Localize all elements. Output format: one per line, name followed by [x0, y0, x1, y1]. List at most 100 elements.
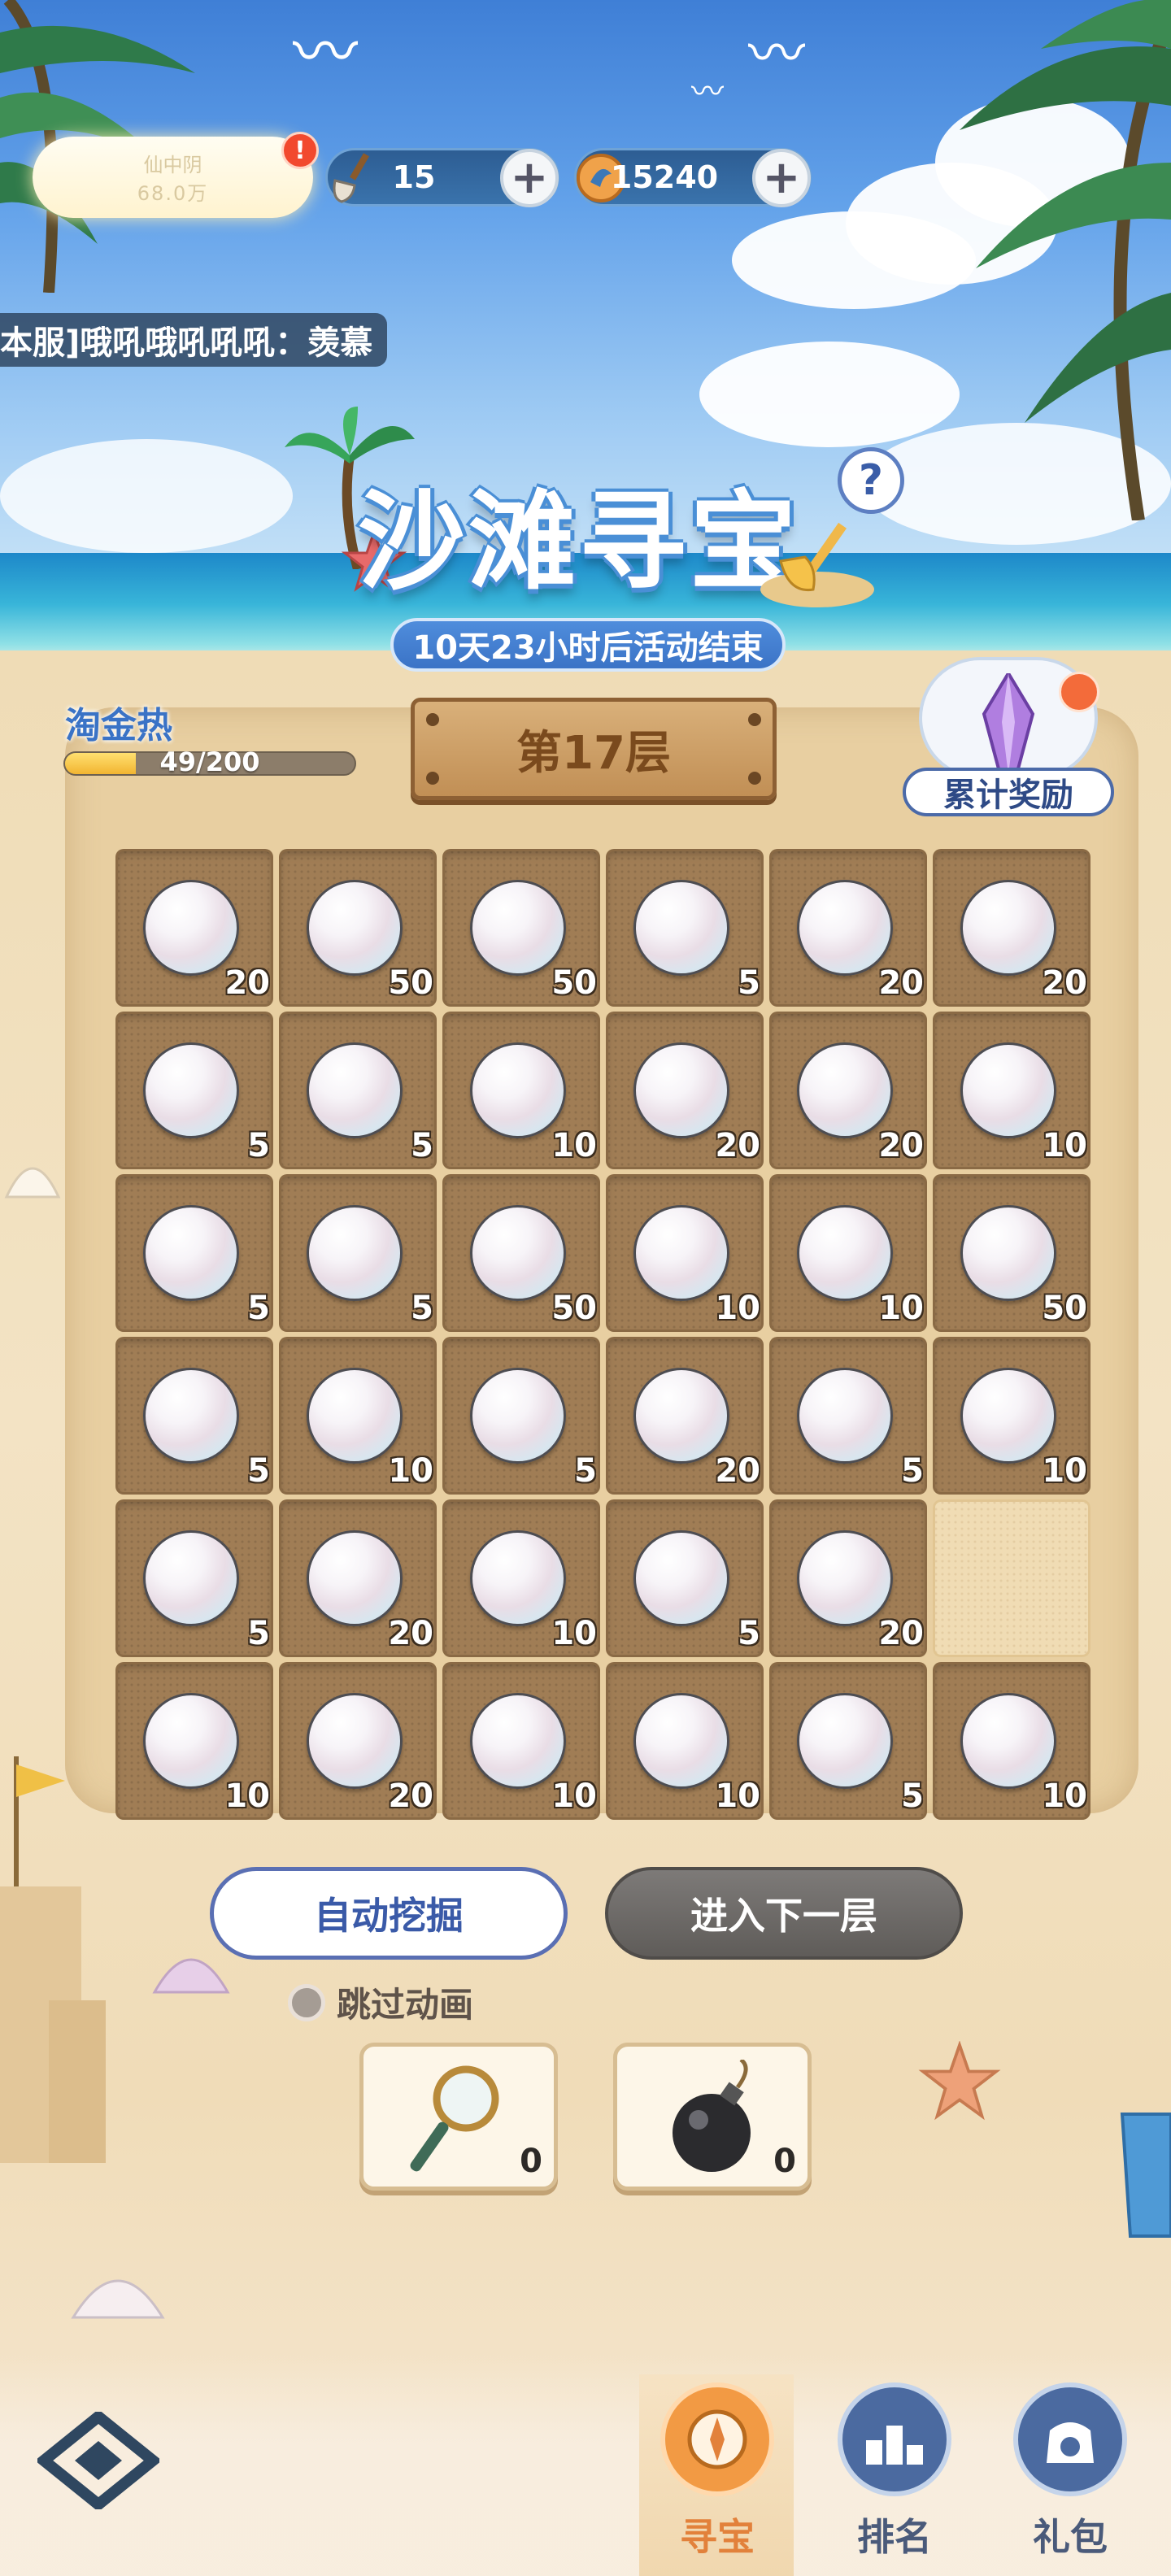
shovel-resource: 15 + — [325, 148, 559, 207]
tile-value: 5 — [247, 1290, 270, 1327]
compass-icon — [660, 2382, 774, 2496]
grid-tile[interactable]: 10 — [606, 1662, 764, 1820]
grid-tile[interactable]: 5 — [115, 1012, 273, 1169]
grid-tile[interactable]: 5 — [115, 1174, 273, 1332]
tile-value: 5 — [738, 964, 760, 1002]
grid-tile[interactable]: 10 — [769, 1174, 927, 1332]
skip-animation-toggle[interactable]: 跳过动画 — [288, 1978, 473, 2027]
pearl-icon — [470, 1693, 566, 1789]
grid-tile[interactable]: 10 — [442, 1662, 600, 1820]
grid-tile[interactable]: 5 — [279, 1174, 437, 1332]
pearl-icon — [470, 880, 566, 976]
skip-animation-radio[interactable] — [288, 1983, 325, 2021]
pearl-icon — [470, 1530, 566, 1626]
grid-tile[interactable]: 5 — [606, 1499, 764, 1657]
tile-value: 20 — [1042, 964, 1087, 1002]
magnifier-tool[interactable]: 0 — [359, 2043, 558, 2191]
pearl-icon — [797, 1530, 893, 1626]
grid-tile[interactable]: 50 — [933, 1174, 1090, 1332]
nav-label-treasure: 寻宝 — [680, 2515, 755, 2559]
gift-bag-icon — [1013, 2382, 1127, 2496]
add-shovel-button[interactable]: + — [500, 149, 559, 207]
grid-tile[interactable]: 20 — [933, 849, 1090, 1007]
crystal-icon — [982, 673, 1035, 777]
tile-value: 10 — [224, 1778, 270, 1815]
palm-tree-right — [960, 0, 1171, 520]
heat-progress-text: 49/200 — [159, 746, 260, 777]
bomb-tool[interactable]: 0 — [613, 2043, 812, 2191]
grid-tile[interactable]: 20 — [769, 1012, 927, 1169]
nav-tab-treasure[interactable]: 寻宝 — [644, 2382, 790, 2574]
profile-badge[interactable]: 仙中阴 68.0万 — [33, 137, 313, 218]
grid-tile[interactable]: 5 — [279, 1012, 437, 1169]
chat-ticker[interactable]: 本服]哦吼哦吼吼吼：羡慕 — [0, 313, 388, 367]
tile-value: 20 — [715, 1127, 760, 1164]
grid-tile[interactable]: 5 — [606, 849, 764, 1007]
grid-tile[interactable]: 5 — [442, 1337, 600, 1495]
pearl-icon — [143, 1042, 239, 1138]
pearl-icon — [960, 1693, 1056, 1789]
grid-tile[interactable]: 50 — [442, 1174, 600, 1332]
grid-tile[interactable]: 10 — [933, 1012, 1090, 1169]
grid-tile[interactable]: 20 — [115, 849, 273, 1007]
tile-value: 20 — [388, 1778, 433, 1815]
grid-tile[interactable]: 10 — [442, 1012, 600, 1169]
magnifier-icon — [410, 2065, 499, 2172]
seagull-icon: 〰 — [691, 73, 724, 111]
level-sign: 第17层 — [411, 698, 777, 800]
pearl-icon — [960, 1205, 1056, 1301]
next-level-button[interactable]: 进入下一层 — [605, 1867, 963, 1960]
nav-tab-gift[interactable]: 礼包 — [997, 2382, 1143, 2574]
tile-value: 50 — [1042, 1290, 1087, 1327]
grid-tile[interactable] — [933, 1499, 1090, 1657]
shovel-count: 15 — [392, 159, 436, 195]
grid-tile[interactable]: 10 — [606, 1174, 764, 1332]
grid-tile[interactable]: 10 — [933, 1337, 1090, 1495]
coin-count: 15240 — [610, 159, 719, 195]
grid-tile[interactable]: 5 — [769, 1662, 927, 1820]
pearl-icon — [307, 1530, 403, 1626]
grid-tile[interactable]: 10 — [442, 1499, 600, 1657]
seagull-icon: 〰 — [748, 20, 805, 87]
coin-resource: 15240 + — [574, 148, 812, 207]
tile-value: 50 — [551, 964, 597, 1002]
home-logo-icon[interactable] — [37, 2412, 159, 2509]
tile-value: 20 — [388, 1615, 433, 1652]
grid-tile[interactable]: 20 — [769, 849, 927, 1007]
grid-tile[interactable]: 5 — [769, 1337, 927, 1495]
tile-value: 10 — [1042, 1127, 1087, 1164]
nav-tab-ranking[interactable]: 排名 — [821, 2382, 968, 2574]
tile-value: 10 — [715, 1290, 760, 1327]
cumulative-reward-button[interactable]: 累计奖励 — [903, 657, 1114, 820]
grid-tile[interactable]: 5 — [115, 1499, 273, 1657]
pearl-icon — [470, 1368, 566, 1464]
grid-tile[interactable]: 50 — [279, 849, 437, 1007]
add-coin-button[interactable]: + — [752, 149, 811, 207]
tile-value: 10 — [551, 1778, 597, 1815]
grid-tile[interactable]: 20 — [279, 1662, 437, 1820]
tile-value: 10 — [388, 1452, 433, 1490]
pearl-icon — [633, 880, 729, 976]
tile-value: 5 — [411, 1127, 433, 1164]
grid-tile[interactable]: 20 — [279, 1499, 437, 1657]
pearl-icon — [960, 880, 1056, 976]
grid-tile[interactable]: 20 — [606, 1012, 764, 1169]
pearl-icon — [797, 1693, 893, 1789]
tile-value: 20 — [878, 1127, 924, 1164]
pearl-icon — [633, 1693, 729, 1789]
grid-tile[interactable]: 10 — [115, 1662, 273, 1820]
grid-tile[interactable]: 20 — [769, 1499, 927, 1657]
tile-value: 10 — [551, 1127, 597, 1164]
seagull-icon: 〰 — [293, 15, 358, 90]
grid-tile[interactable]: 5 — [115, 1337, 273, 1495]
help-button[interactable]: ? — [838, 447, 904, 514]
bomb-icon — [673, 2060, 751, 2172]
pearl-icon — [470, 1205, 566, 1301]
pearl-icon — [143, 1693, 239, 1789]
grid-tile[interactable]: 20 — [606, 1337, 764, 1495]
sandcastle-icon — [0, 1756, 106, 2163]
grid-tile[interactable]: 10 — [933, 1662, 1090, 1820]
auto-dig-button[interactable]: 自动挖掘 — [210, 1867, 568, 1960]
grid-tile[interactable]: 50 — [442, 849, 600, 1007]
grid-tile[interactable]: 10 — [279, 1337, 437, 1495]
